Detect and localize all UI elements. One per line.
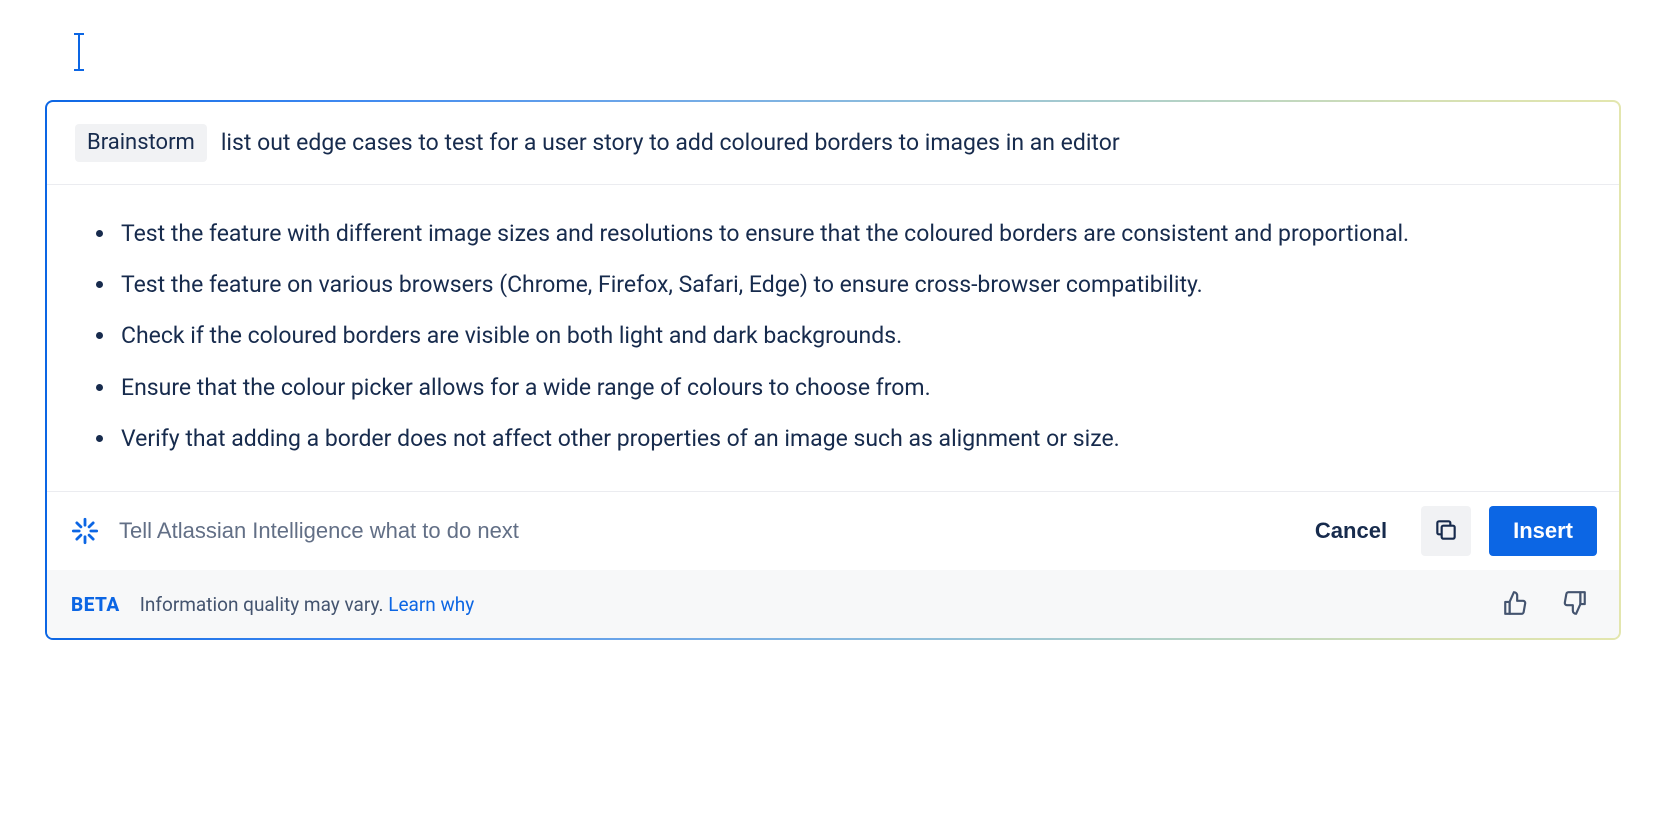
insert-button[interactable]: Insert <box>1489 506 1597 556</box>
list-item: Verify that adding a border does not aff… <box>117 414 1589 465</box>
learn-why-link[interactable]: Learn why <box>388 593 474 616</box>
copy-icon <box>1433 517 1459 546</box>
action-row: Cancel Insert <box>47 492 1619 570</box>
next-prompt-input[interactable] <box>117 517 1281 545</box>
thumbs-down-icon <box>1562 590 1588 619</box>
footer-text-group: Information quality may vary. Learn why <box>140 593 475 616</box>
footer-row: BETA Information quality may vary. Learn… <box>47 570 1619 638</box>
prompt-text: list out edge cases to test for a user s… <box>221 127 1120 158</box>
results-list: Test the feature with different image si… <box>77 209 1589 466</box>
list-item: Ensure that the colour picker allows for… <box>117 363 1589 414</box>
text-cursor <box>78 34 80 70</box>
list-item: Test the feature with different image si… <box>117 209 1589 260</box>
thumbs-up-button[interactable] <box>1495 584 1535 624</box>
beta-badge: BETA <box>71 593 120 616</box>
ai-panel: Brainstorm list out edge cases to test f… <box>45 100 1621 640</box>
list-item: Test the feature on various browsers (Ch… <box>117 260 1589 311</box>
list-item: Check if the coloured borders are visibl… <box>117 311 1589 362</box>
quality-text: Information quality may vary. <box>140 593 384 616</box>
thumbs-down-button[interactable] <box>1555 584 1595 624</box>
ai-sparkle-icon <box>71 517 99 545</box>
cancel-button[interactable]: Cancel <box>1299 508 1403 554</box>
copy-button[interactable] <box>1421 506 1471 556</box>
prompt-chip[interactable]: Brainstorm <box>75 124 207 162</box>
thumbs-up-icon <box>1502 590 1528 619</box>
results-section: Test the feature with different image si… <box>47 185 1619 493</box>
prompt-row: Brainstorm list out edge cases to test f… <box>47 102 1619 185</box>
